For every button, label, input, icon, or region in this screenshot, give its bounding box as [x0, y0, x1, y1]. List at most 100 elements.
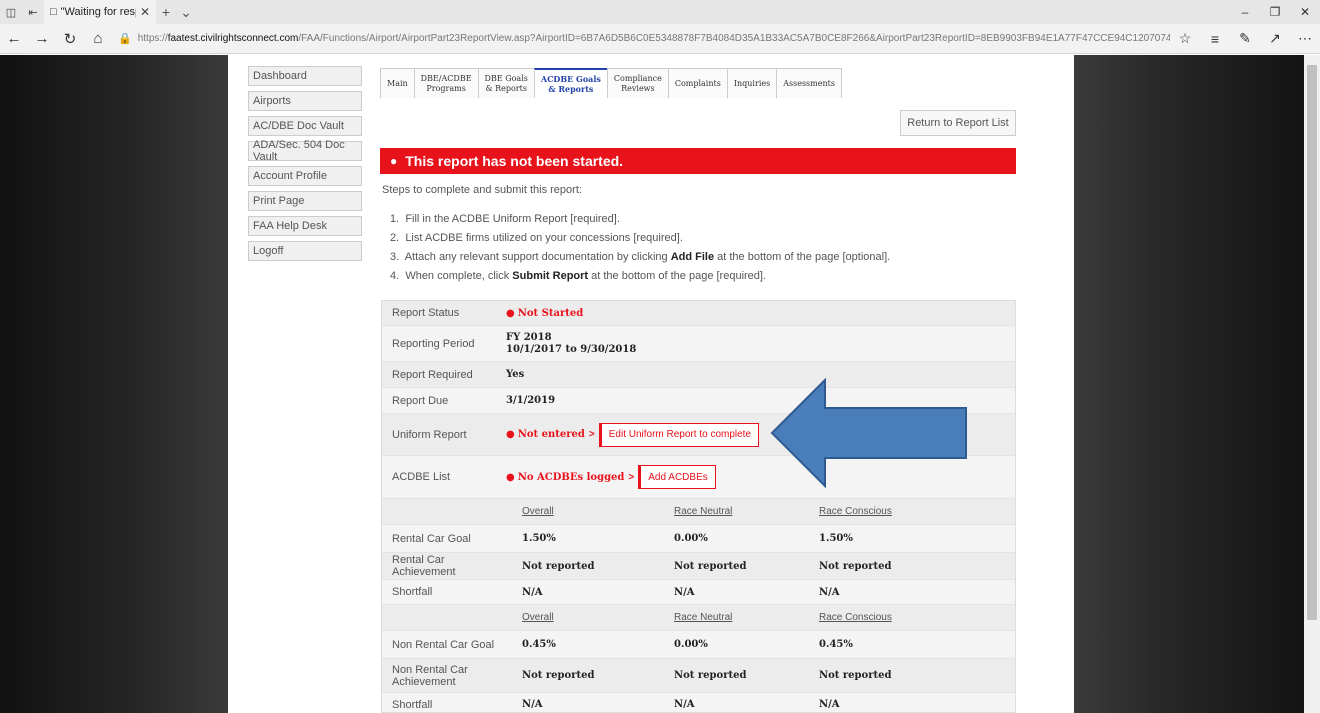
steps-list: 1. Fill in the ACDBE Uniform Report [req…: [390, 210, 890, 286]
new-tab-icon[interactable]: +: [156, 4, 176, 20]
column-header-overall[interactable]: Overall: [522, 612, 554, 623]
more-icon[interactable]: ⋯: [1290, 24, 1320, 54]
restore-icon[interactable]: ❐: [1260, 0, 1290, 24]
tab-dbe-acdbe-programs[interactable]: DBE/ACDBE Programs: [413, 68, 479, 98]
favorites-hub-icon[interactable]: ≡: [1200, 24, 1230, 54]
tab-inquiries[interactable]: Inquiries: [726, 68, 778, 98]
browser-tab-title: "Waiting for response fr: [60, 6, 136, 18]
list-item: 3. Attach any relevant support documenta…: [390, 251, 891, 263]
chevron-down-icon[interactable]: ⌄: [176, 4, 196, 21]
pen-icon[interactable]: ✎: [1230, 24, 1260, 54]
tab-label: Inquiries: [733, 78, 771, 88]
tab-label: ACDBE Goals & Reports: [540, 74, 601, 94]
cell-value: Not reported: [674, 670, 747, 681]
row-label: Rental Car Goal: [392, 532, 471, 545]
tab-preview-icon[interactable]: ◫: [0, 0, 22, 24]
scrollbar[interactable]: [1304, 55, 1320, 713]
row-label: Report Required: [392, 368, 473, 381]
sidebar-item-acdbe-doc-vault[interactable]: AC/DBE Doc Vault: [248, 116, 362, 136]
steps-intro: Steps to complete and submit this report…: [382, 184, 582, 196]
tab-dbe-goals-reports[interactable]: DBE Goals & Reports: [477, 68, 535, 98]
page-icon: □: [50, 6, 57, 18]
column-header-overall[interactable]: Overall: [522, 506, 554, 517]
sidebar: Dashboard Airports AC/DBE Doc Vault ADA/…: [248, 66, 362, 266]
home-icon[interactable]: ⌂: [84, 24, 112, 54]
list-item: 4. When complete, click Submit Report at…: [390, 270, 767, 282]
alert-text: This report has not been started.: [405, 153, 624, 169]
required-value: Yes: [506, 369, 525, 380]
blue-arrow-annotation: [770, 378, 967, 488]
address-bar: ← → ↻ ⌂ 🔒 https://faatest.civilrightscon…: [0, 24, 1320, 54]
alert-icon: ●: [506, 429, 515, 440]
column-header-race-neutral[interactable]: Race Neutral: [674, 506, 732, 517]
column-header-race-conscious[interactable]: Race Conscious: [819, 612, 892, 623]
column-header-race-conscious[interactable]: Race Conscious: [819, 506, 892, 517]
share-icon[interactable]: ↗: [1260, 24, 1290, 54]
tab-label: Assessments: [783, 78, 835, 88]
back-icon[interactable]: ←: [0, 24, 28, 54]
scrollbar-thumb[interactable]: [1307, 65, 1317, 620]
url-path: /FAA/Functions/Airport/AirportPart23Repo…: [298, 33, 1170, 44]
cell-value: Not reported: [819, 670, 892, 681]
sidebar-item-ada-doc-vault[interactable]: ADA/Sec. 504 Doc Vault: [248, 139, 362, 163]
cell-value: N/A: [819, 586, 840, 598]
url-field[interactable]: 🔒 https://faatest.civilrightsconnect.com…: [112, 28, 1170, 50]
page-tabs: Main DBE/ACDBE Programs DBE Goals & Report…: [380, 68, 842, 98]
tab-acdbe-goals-reports[interactable]: ACDBE Goals & Reports: [533, 68, 608, 98]
minimize-icon[interactable]: –: [1230, 0, 1260, 24]
row-label: Shortfall: [392, 586, 433, 598]
column-header-race-neutral[interactable]: Race Neutral: [674, 612, 732, 623]
edit-uniform-report-button[interactable]: Edit Uniform Report to complete: [598, 422, 760, 447]
close-icon[interactable]: ✕: [140, 5, 150, 19]
refresh-icon[interactable]: ↻: [56, 24, 84, 54]
sidebar-item-account-profile[interactable]: Account Profile: [248, 166, 362, 186]
cell-value: Not reported: [522, 670, 595, 681]
tab-label: DBE/ACDBE Programs: [420, 73, 472, 93]
browser-tab-bar: ◫ ⇤ □ "Waiting for response fr ✕ + ⌄ – ❐…: [0, 0, 1320, 24]
table-row: Overall Race Neutral Race Conscious: [382, 499, 1015, 525]
alert-icon: ●: [506, 307, 515, 319]
return-to-report-list-button[interactable]: Return to Report List: [900, 110, 1016, 136]
cell-value: 0.45%: [522, 639, 556, 650]
sidebar-item-print-page[interactable]: Print Page: [248, 191, 362, 211]
sidebar-item-airports[interactable]: Airports: [248, 91, 362, 111]
window-controls: – ❐ ✕: [1230, 0, 1320, 24]
favorite-star-icon[interactable]: ☆: [1170, 24, 1200, 54]
table-row: Shortfall N/A N/A N/A: [382, 580, 1015, 605]
tab-compliance-reviews[interactable]: Compliance Reviews: [606, 68, 669, 98]
cell-value: Not reported: [674, 560, 747, 572]
window-close-icon[interactable]: ✕: [1290, 0, 1320, 24]
tab-main[interactable]: Main: [380, 68, 415, 98]
url-domain: faatest.civilrightsconnect.com: [167, 33, 299, 44]
table-row: Report Status ● Not Started: [382, 301, 1015, 326]
row-label: Uniform Report: [392, 428, 467, 441]
arrow-shape: [770, 378, 967, 488]
table-row: Reporting Period FY 2018 10/1/2017 to 9/3…: [382, 326, 1015, 362]
table-row: Non Rental Car Goal 0.45% 0.00% 0.45%: [382, 631, 1015, 659]
row-label: Report Due: [392, 394, 449, 407]
tab-assessments[interactable]: Assessments: [776, 68, 842, 98]
cell-value: N/A: [674, 586, 695, 598]
set-aside-icon[interactable]: ⇤: [22, 0, 44, 24]
forward-icon[interactable]: →: [28, 24, 56, 54]
separator: >: [588, 429, 595, 440]
url-prefix: https://: [137, 33, 168, 44]
table-row: Non Rental Car Achievement Not reported N…: [382, 659, 1015, 693]
cell-value: Not reported: [819, 560, 892, 572]
tab-complaints[interactable]: Complaints: [667, 68, 728, 98]
sidebar-item-help-desk[interactable]: FAA Help Desk: [248, 216, 362, 236]
cell-value: 1.50%: [819, 533, 853, 544]
cell-value: 1.50%: [522, 533, 556, 544]
browser-tab[interactable]: □ "Waiting for response fr ✕: [44, 0, 156, 24]
sidebar-item-dashboard[interactable]: Dashboard: [248, 66, 362, 86]
page-background-left: [0, 55, 228, 713]
alert-icon: ●: [506, 471, 515, 483]
tab-label: Main: [387, 78, 408, 88]
sidebar-item-logoff[interactable]: Logoff: [248, 241, 362, 261]
separator: >: [628, 471, 635, 483]
acdbe-value: ● No ACDBEs logged: [506, 471, 625, 483]
due-value: 3/1/2019: [506, 395, 556, 406]
alert-icon: ●: [390, 154, 398, 168]
add-acdbes-button[interactable]: Add ACDBEs: [638, 465, 716, 489]
list-item: 1. Fill in the ACDBE Uniform Report [req…: [390, 213, 620, 225]
